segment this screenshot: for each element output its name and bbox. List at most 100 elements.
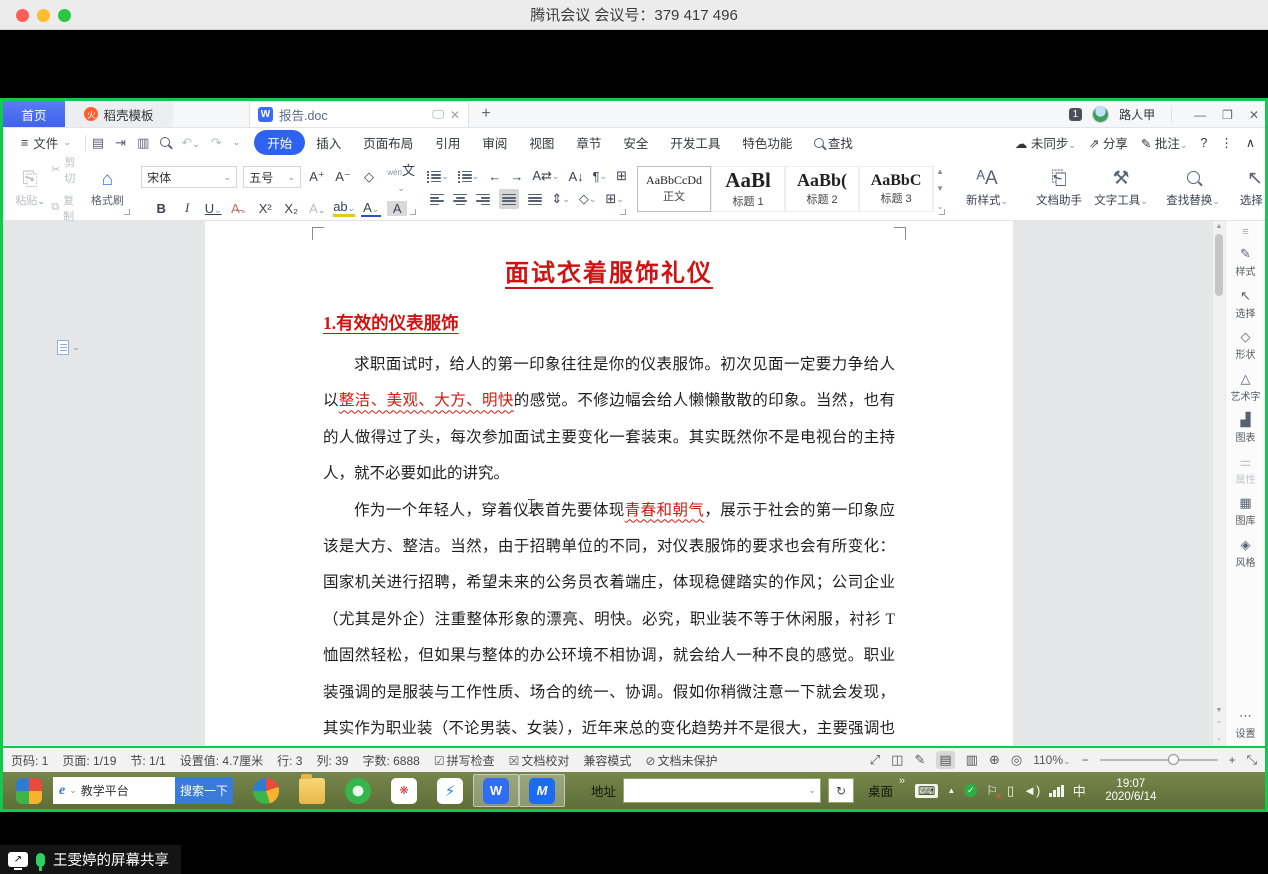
justify-button[interactable]: [499, 189, 519, 209]
eye-protect-icon[interactable]: ◎: [1011, 752, 1022, 768]
underline-button[interactable]: U⌄: [203, 201, 223, 216]
network-signal-icon[interactable]: [1049, 785, 1064, 797]
show-marks-icon[interactable]: ¶⌄: [593, 169, 608, 184]
select-button[interactable]: ↖ 选择⌄: [1224, 161, 1268, 216]
proofread-button[interactable]: ☒文档校对: [509, 752, 570, 769]
taskbar-clock[interactable]: 19:07 2020/6/14: [1096, 778, 1166, 804]
start-button[interactable]: [9, 774, 49, 807]
comment-button[interactable]: ✎ 批注⌄: [1141, 133, 1188, 152]
taskbar-app-thunder[interactable]: ⚡: [427, 774, 473, 807]
sidebar-item-settings[interactable]: ⋯设置: [1236, 708, 1256, 740]
help-icon[interactable]: ?: [1200, 136, 1207, 150]
present-icon[interactable]: 🖵: [432, 107, 444, 122]
pinyin-guide-button[interactable]: wén文⌄: [385, 160, 417, 194]
taskbar-app-meeting[interactable]: M: [519, 774, 565, 807]
user-name[interactable]: 路人甲: [1119, 106, 1155, 123]
menu-view[interactable]: 视图: [518, 130, 565, 155]
previous-page-icon[interactable]: ⌃: [1216, 720, 1222, 728]
zoom-out-button[interactable]: −: [1082, 753, 1089, 767]
format-painter-button[interactable]: ⌂ 格式刷: [84, 170, 132, 208]
vertical-scrollbar[interactable]: ▲ ▼ ⌃ ⌄: [1213, 221, 1225, 746]
action-center-flag-icon[interactable]: ⚐: [986, 783, 998, 799]
user-avatar[interactable]: [1092, 106, 1109, 123]
taskbar-app-explorer[interactable]: [289, 774, 335, 807]
shading-button[interactable]: ◇⌄: [579, 191, 597, 207]
sync-status[interactable]: ☁ 未同步⌄: [1015, 133, 1076, 152]
undo-icon[interactable]: ↶⌄: [181, 135, 199, 151]
highlight-button[interactable]: ab⌄: [333, 199, 355, 217]
minimize-window-button[interactable]: [37, 9, 50, 22]
menu-section[interactable]: 章节: [565, 130, 612, 155]
close-tab-icon[interactable]: ✕: [450, 108, 460, 122]
clipboard-dialog-launcher[interactable]: [124, 209, 130, 215]
menu-review[interactable]: 审阅: [471, 130, 518, 155]
taskbar-search-input[interactable]: e ⌄ 教学平台: [53, 777, 175, 804]
numbering-button[interactable]: ⌄: [458, 168, 480, 184]
copy-button[interactable]: ⧉复制: [51, 192, 83, 224]
find-replace-button[interactable]: 查找替换⌄: [1162, 161, 1224, 216]
font-dialog-launcher[interactable]: [410, 209, 416, 215]
sidebar-item-theme[interactable]: ◈风格: [1236, 537, 1256, 569]
align-center-button[interactable]: [453, 191, 467, 207]
tab-document[interactable]: W 报告.doc 🖵 ✕: [249, 101, 469, 127]
text-direction-icon[interactable]: A⇄⌄: [532, 168, 559, 184]
menu-security[interactable]: 安全: [612, 130, 659, 155]
zoom-slider-knob[interactable]: [1168, 754, 1179, 765]
doc-assistant-button[interactable]: ⎗ 文档助手: [1028, 161, 1090, 216]
share-button[interactable]: ⇗ 分享: [1089, 133, 1128, 152]
scroll-down-icon[interactable]: ▼: [1216, 707, 1223, 714]
gallery-down-icon[interactable]: ▼: [936, 184, 944, 193]
taskbar-app-wps[interactable]: W: [473, 774, 519, 807]
two-page-view-icon[interactable]: ◫: [891, 752, 903, 768]
zoom-window-button[interactable]: [58, 9, 71, 22]
increase-indent-icon[interactable]: →: [510, 169, 523, 184]
new-style-button[interactable]: ᴬA 新样式⌄: [956, 161, 1018, 216]
tray-expand-icon[interactable]: ▲: [947, 786, 955, 795]
cut-button[interactable]: ✂剪切: [51, 154, 83, 186]
tab-docer[interactable]: 火 稻壳模板: [65, 101, 173, 127]
margin-style-button[interactable]: ⌄: [57, 340, 80, 355]
toolbar-options-icon[interactable]: ⌄: [233, 137, 241, 148]
fullscreen-view-icon[interactable]: ⤢: [870, 752, 880, 768]
superscript-button[interactable]: X²: [255, 201, 275, 216]
sort-icon[interactable]: A↓: [568, 169, 583, 184]
tab-home[interactable]: 首页: [3, 101, 65, 127]
table-icon[interactable]: ⊞: [616, 168, 627, 184]
redo-icon[interactable]: ↷: [211, 135, 222, 151]
document-page[interactable]: 面试衣着服饰礼仪 1.有效的仪表服饰 求职面试时，给人的第一印象往往是你的仪表服…: [205, 221, 1013, 746]
zoom-slider[interactable]: [1100, 759, 1218, 761]
window-count-badge[interactable]: 1: [1069, 108, 1083, 121]
status-wordcount[interactable]: 字数: 6888: [362, 752, 419, 769]
font-name-combo[interactable]: 宋体⌄: [141, 166, 237, 188]
align-right-button[interactable]: [476, 191, 490, 207]
search-go-button[interactable]: 搜索一下: [175, 777, 233, 804]
shrink-font-button[interactable]: A⁻: [333, 169, 353, 185]
style-body[interactable]: AaBbCcDd 正文: [637, 166, 711, 212]
styles-dialog-launcher[interactable]: [939, 209, 945, 215]
italic-button[interactable]: I: [177, 200, 197, 216]
close-window-button[interactable]: [16, 9, 29, 22]
menu-find[interactable]: 查找: [803, 130, 864, 155]
decrease-indent-icon[interactable]: ←: [488, 169, 501, 184]
grow-font-button[interactable]: A⁺: [307, 169, 327, 185]
next-page-icon[interactable]: ⌄: [1216, 734, 1222, 742]
align-left-button[interactable]: [430, 191, 444, 207]
fit-page-icon[interactable]: ⤡: [1247, 752, 1257, 768]
style-heading3[interactable]: AaBbC 标题 3: [859, 166, 933, 212]
close-icon[interactable]: ✕: [1249, 108, 1259, 122]
line-spacing-button[interactable]: ⇕⌄: [551, 191, 569, 207]
gallery-up-icon[interactable]: ▲: [936, 167, 944, 176]
chevron-expand-icon[interactable]: »: [899, 775, 905, 787]
paste-button[interactable]: ⎘ 粘贴⌄: [9, 170, 51, 208]
strikethrough-button[interactable]: A̶⌄: [229, 201, 249, 216]
more-icon[interactable]: ⋮: [1220, 135, 1233, 150]
minimize-icon[interactable]: —: [1194, 108, 1206, 122]
paragraph-dialog-launcher[interactable]: [620, 209, 626, 215]
taskbar-app-360browser[interactable]: [243, 774, 289, 807]
menu-dev-tools[interactable]: 开发工具: [659, 130, 731, 155]
desktop-toolbar[interactable]: 桌面»: [868, 781, 903, 800]
character-border-button[interactable]: A⌄: [307, 201, 327, 216]
device-tray-icon[interactable]: ▯: [1007, 783, 1014, 799]
refresh-icon[interactable]: ↻: [828, 778, 854, 803]
text-tool-button[interactable]: ⚒ 文字工具⌄: [1090, 161, 1152, 216]
